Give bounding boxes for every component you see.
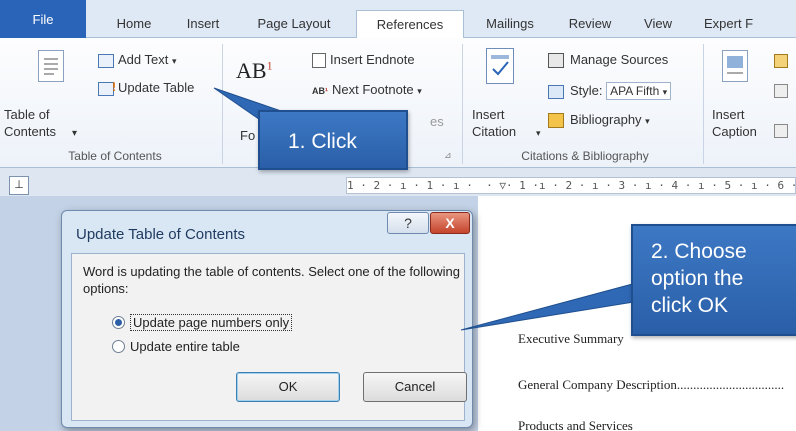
callout-step2-line1: 2. Choose (651, 240, 747, 263)
callout2-pointer (460, 281, 647, 331)
callout-step2-line3: click OK (651, 294, 729, 317)
callout-step1: 1. Click (258, 110, 408, 170)
callout-step2-line2: option the (651, 267, 744, 290)
callout-step2: 2. Choose option the click OK (631, 224, 796, 336)
callout-pointers (213, 87, 647, 331)
